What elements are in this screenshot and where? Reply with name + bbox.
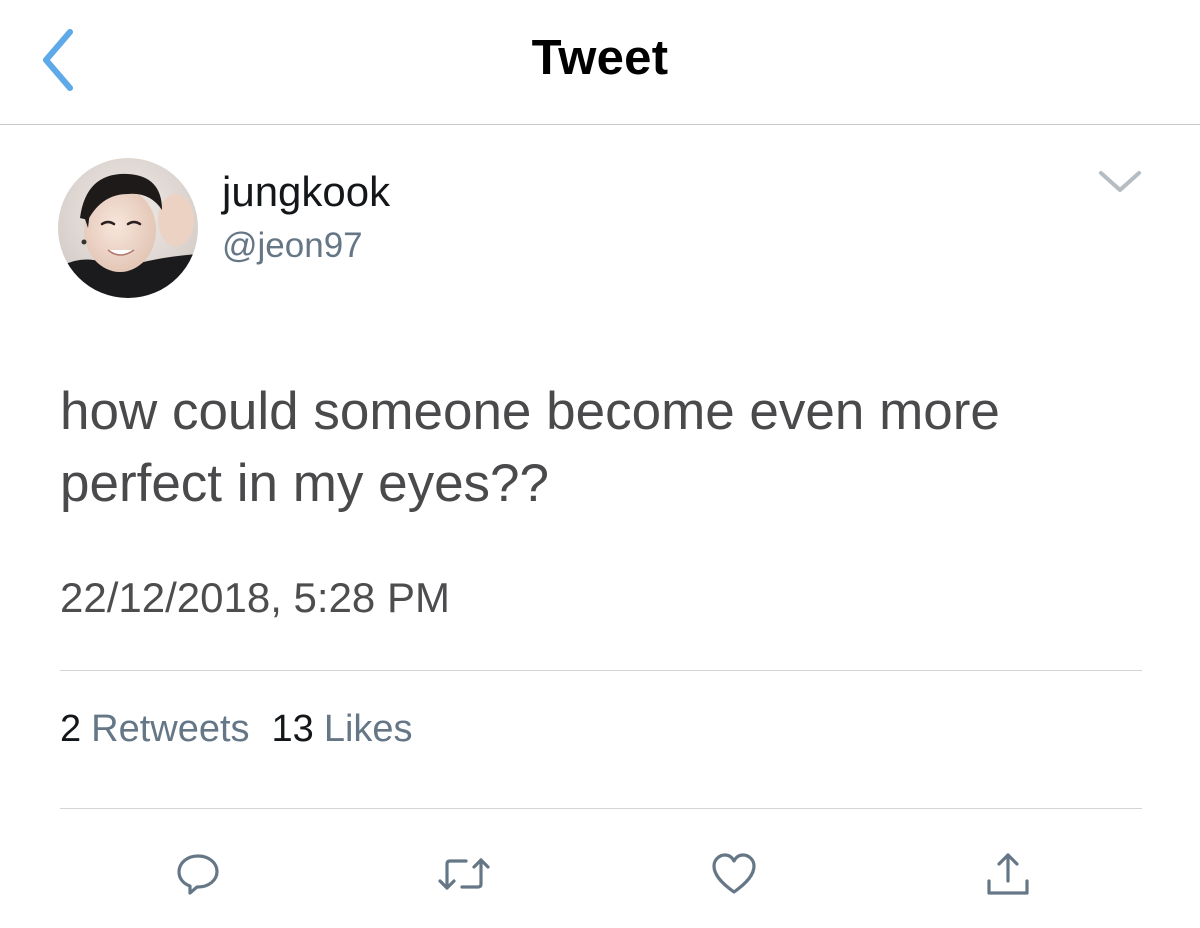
retweet-icon [438,858,490,890]
retweets-count: 2 [60,708,82,750]
chevron-down-icon [1099,171,1141,192]
page-title: Tweet [531,31,669,85]
reply-button[interactable] [166,846,230,902]
like-button[interactable] [702,846,766,902]
divider [60,670,1142,671]
author-handle[interactable]: @jeon97 [222,226,363,266]
tweet-text-line: perfect in my eyes?? [60,454,550,513]
likes-label: Likes [323,708,413,750]
divider [60,808,1142,809]
retweets-label: Retweets [91,708,250,750]
likes-count: 13 [271,708,314,750]
like-icon [712,853,756,894]
tweet-stats: 2 Retweets 13 Likes [60,708,413,751]
retweets-stat[interactable]: 2 Retweets [60,708,250,751]
tweet-text: how could someone become even more perfe… [60,376,1170,520]
profile-photo [58,158,198,298]
author-name[interactable]: jungkook [222,168,390,216]
tweet-text-line: how could someone become even more [60,382,1000,441]
reply-icon [177,854,219,895]
tweet-detail-screen: Tweet jungkook @jeon97 how could someone… [0,0,1200,928]
more-options-button[interactable] [1094,164,1146,200]
likes-stat[interactable]: 13 Likes [272,708,413,751]
avatar[interactable] [58,158,198,298]
share-icon [987,853,1029,895]
nav-header: Tweet [0,0,1200,125]
tweet-timestamp: 22/12/2018, 5:28 PM [60,574,450,621]
share-button[interactable] [976,846,1040,902]
retweet-button[interactable] [432,846,496,902]
